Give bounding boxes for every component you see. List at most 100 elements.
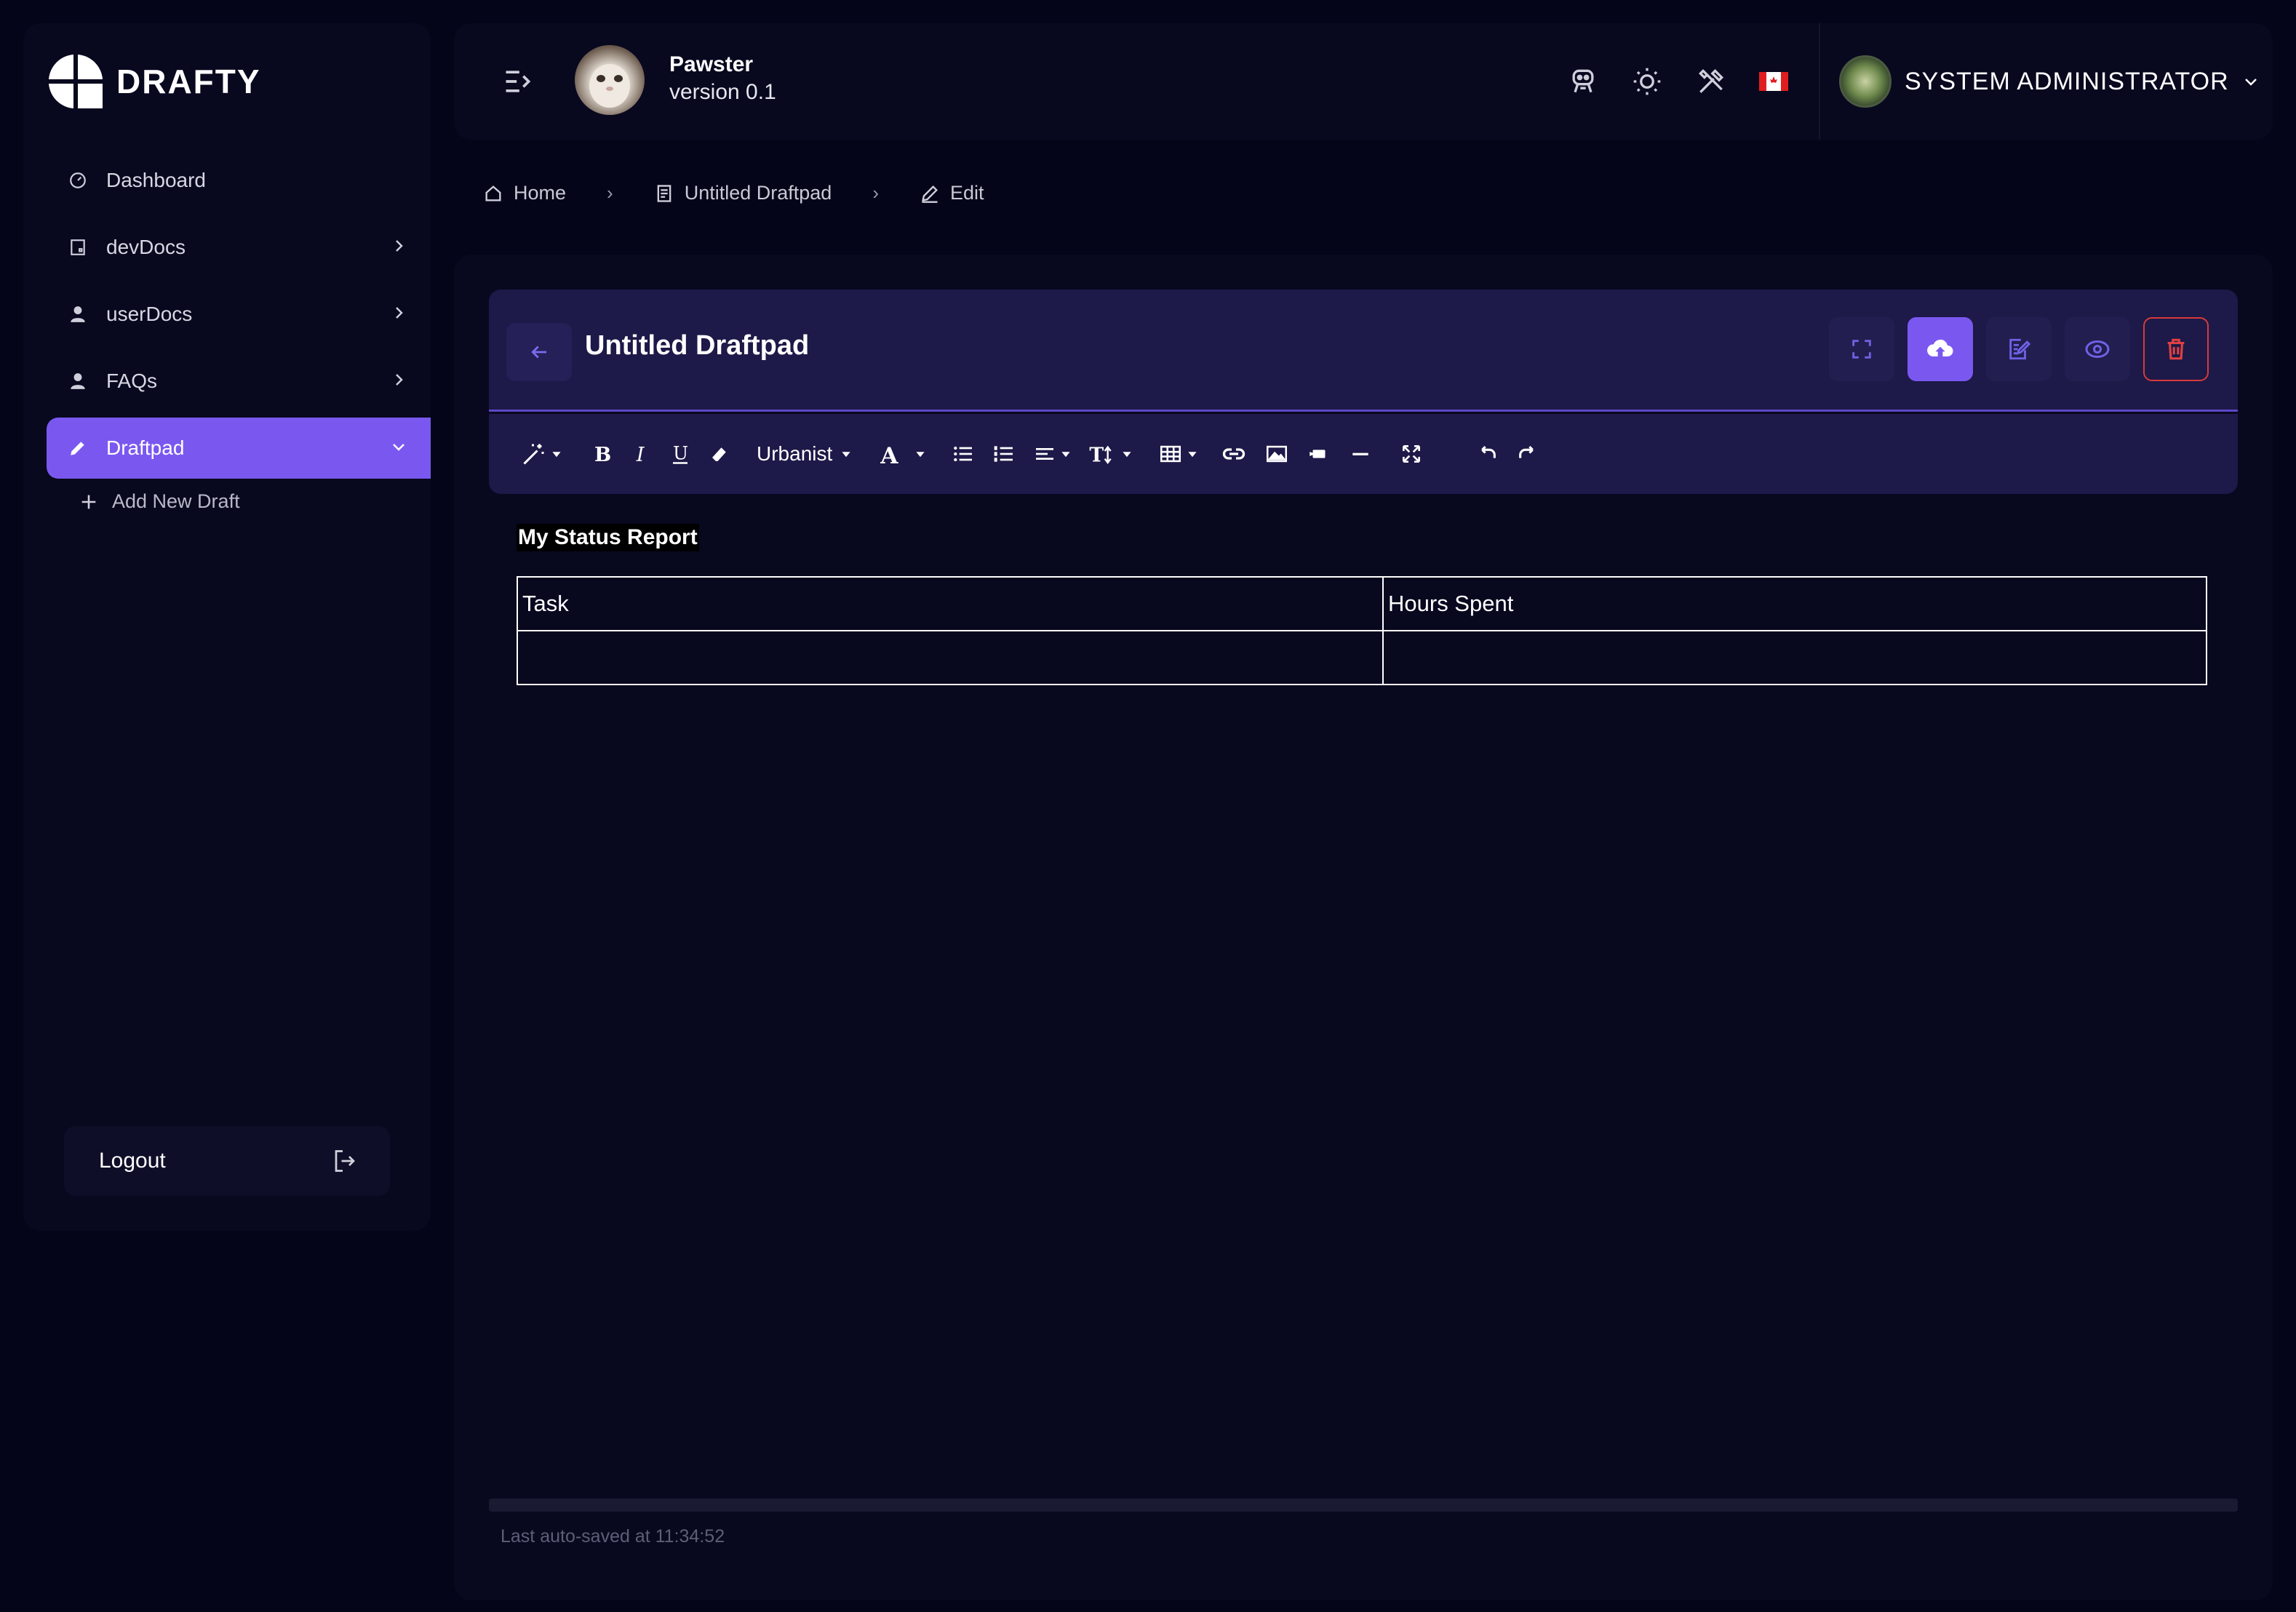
breadcrumb-label: Home: [514, 182, 567, 204]
font-color-icon: A: [877, 442, 902, 466]
table-cell[interactable]: Hours Spent: [1382, 576, 2207, 631]
bold-icon: B: [591, 443, 613, 465]
chevron-right-icon: [390, 371, 407, 388]
gauge-icon: [67, 169, 89, 191]
fullscreen-button[interactable]: [1829, 317, 1894, 381]
table-cell[interactable]: Task: [517, 576, 1384, 631]
save-cloud-button[interactable]: [1908, 317, 1973, 381]
sidebar-item-label: FAQs: [106, 370, 158, 392]
edit-icon: [920, 183, 940, 204]
table-cell[interactable]: [1382, 630, 2207, 685]
bullet-list-icon: [952, 442, 975, 466]
numbered-list-icon: [992, 442, 1016, 466]
sidebar-item-label: Draftpad: [106, 436, 185, 459]
sidebar-item-label: devDocs: [106, 236, 186, 258]
user-icon: [67, 303, 89, 325]
chevron-right-icon: [390, 304, 407, 322]
sidebar-item-userdocs[interactable]: userDocs: [47, 284, 431, 345]
edit-note-button[interactable]: [1986, 317, 2052, 381]
logout-button[interactable]: Logout: [64, 1126, 390, 1196]
status-table[interactable]: Task Hours Spent: [517, 576, 2207, 685]
sidebar-item-faqs[interactable]: FAQs: [47, 351, 431, 412]
table-button[interactable]: [1149, 432, 1206, 476]
eye-icon: [2084, 336, 2110, 362]
app-name: Pawster: [669, 52, 754, 76]
logout-icon: [332, 1148, 358, 1174]
add-new-draft-label: Add New Draft: [112, 490, 240, 512]
align-left-icon: [1033, 442, 1056, 466]
svg-text:I: I: [636, 443, 645, 465]
document-heading[interactable]: My Status Report: [517, 524, 699, 551]
italic-button[interactable]: I: [621, 432, 661, 476]
horizontal-rule-button[interactable]: [1340, 432, 1381, 476]
sidebar-item-draftpad[interactable]: Draftpad: [47, 418, 431, 479]
eraser-icon: [709, 443, 730, 465]
video-button[interactable]: [1298, 432, 1340, 476]
user-menu[interactable]: SYSTEM ADMINISTRATOR: [1839, 55, 2260, 108]
breadcrumb-document[interactable]: Untitled Draftpad: [654, 182, 832, 204]
trash-icon: [2164, 337, 2188, 362]
edit-note-icon: [2006, 337, 2031, 362]
magic-wand-button[interactable]: [512, 432, 570, 476]
preview-button[interactable]: [2065, 317, 2130, 381]
tools-icon[interactable]: [1695, 65, 1727, 97]
horizontal-scrollbar[interactable]: [489, 1499, 2238, 1512]
caret-down-icon: [1122, 449, 1132, 459]
editor-content[interactable]: My Status Report Task Hours Spent: [517, 524, 2212, 685]
sidebar-item-devdocs[interactable]: devDocs: [47, 217, 431, 278]
clear-format-button[interactable]: [700, 432, 739, 476]
font-family-select[interactable]: Urbanist: [739, 442, 869, 466]
header-icons: [1567, 65, 1788, 97]
undo-button[interactable]: [1465, 432, 1507, 476]
canada-flag-icon[interactable]: [1759, 72, 1788, 91]
align-button[interactable]: [1024, 432, 1080, 476]
underline-button[interactable]: U: [661, 432, 700, 476]
breadcrumb: Home › Untitled Draftpad › Edit: [483, 182, 984, 204]
add-new-draft-link[interactable]: Add New Draft: [47, 490, 431, 513]
table-row: Task Hours Spent: [517, 576, 2207, 631]
table-row: [517, 630, 2207, 685]
plus-icon: [79, 492, 99, 512]
breadcrumb-home[interactable]: Home: [483, 182, 566, 204]
italic-icon: I: [630, 443, 652, 465]
chevron-down-icon: [2242, 73, 2260, 90]
caret-down-icon: [841, 449, 851, 459]
drafty-logo-icon: [47, 52, 105, 111]
sidebar-item-label: userDocs: [106, 303, 193, 325]
image-button[interactable]: [1256, 432, 1298, 476]
back-button[interactable]: [506, 323, 572, 381]
document-icon: [654, 183, 674, 204]
app-logo[interactable]: DRAFTY: [47, 52, 261, 111]
breadcrumb-label: Edit: [949, 182, 984, 204]
breadcrumb-edit: Edit: [920, 182, 984, 204]
undo-icon: [1474, 442, 1499, 466]
expand-button[interactable]: [1391, 432, 1432, 476]
home-icon: [483, 183, 503, 204]
fullscreen-icon: [1849, 337, 1874, 362]
bold-button[interactable]: B: [582, 432, 621, 476]
editor-panel: Untitled Draftpad B I U Urbanist A T My …: [454, 255, 2273, 1600]
magic-wand-icon: [521, 441, 547, 467]
table-cell[interactable]: [517, 630, 1384, 685]
bullet-list-button[interactable]: [943, 432, 984, 476]
document-title[interactable]: Untitled Draftpad: [585, 330, 809, 362]
caret-down-icon: [1061, 449, 1071, 459]
sidebar-nav: Dashboard devDocs userDocs FAQs Draftpad…: [47, 150, 431, 513]
redo-icon: [1516, 442, 1541, 466]
expand-icon: [1400, 442, 1423, 466]
user-icon: [67, 370, 89, 392]
logo-text: DRAFTY: [116, 63, 261, 100]
font-color-button[interactable]: A: [869, 432, 934, 476]
horizontal-rule-icon: [1349, 442, 1372, 466]
redo-button[interactable]: [1507, 432, 1550, 476]
delete-button[interactable]: [2143, 317, 2209, 381]
font-size-button[interactable]: T: [1080, 432, 1141, 476]
menu-toggle-icon[interactable]: [502, 65, 534, 97]
link-button[interactable]: [1212, 432, 1256, 476]
caret-down-icon: [1187, 449, 1197, 459]
numbered-list-button[interactable]: [984, 432, 1024, 476]
sidebar-item-dashboard[interactable]: Dashboard: [47, 150, 431, 211]
sidebar: DRAFTY Dashboard devDocs userDocs FAQs D…: [23, 23, 431, 1231]
sun-icon[interactable]: [1631, 65, 1663, 97]
robot-icon[interactable]: [1567, 65, 1599, 97]
